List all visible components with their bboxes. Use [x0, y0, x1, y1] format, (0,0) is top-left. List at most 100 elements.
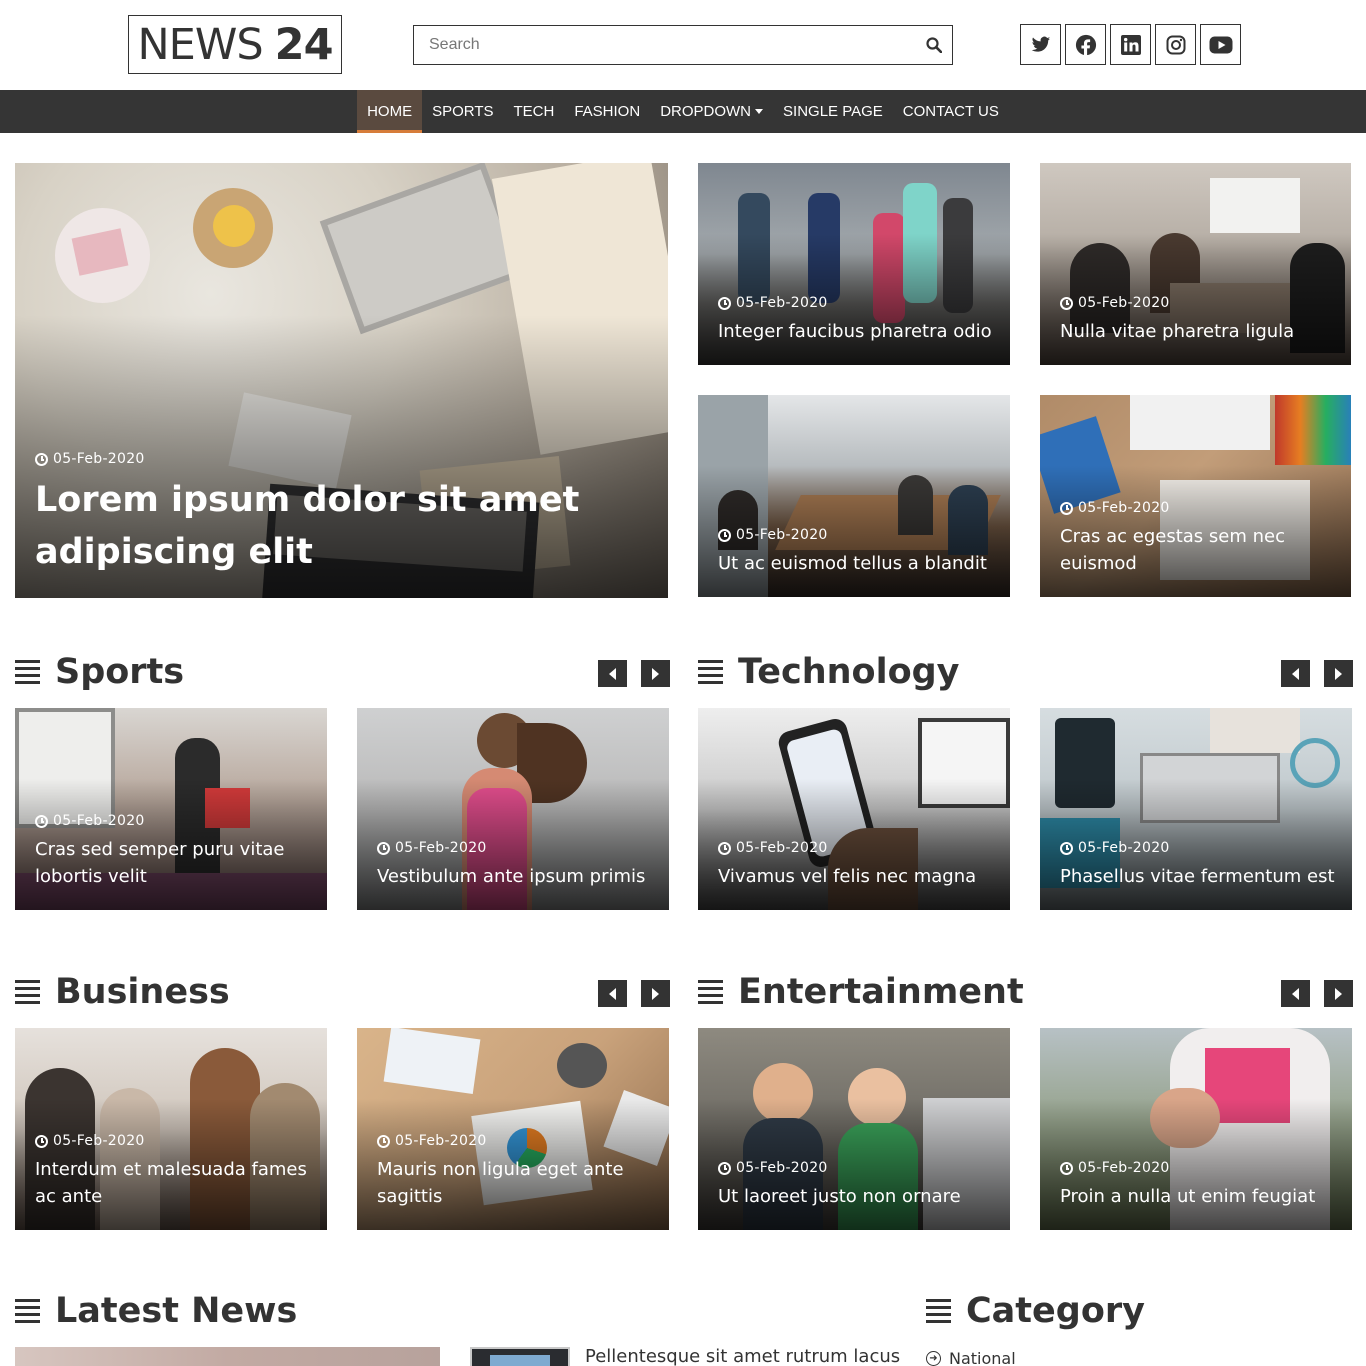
latest-side-title[interactable]: Pellentesque sit amet rutrum lacus: [585, 1346, 900, 1366]
carousel-next-button[interactable]: [641, 980, 670, 1007]
logo-text-light: NEWS: [137, 19, 264, 70]
carousel-prev-button[interactable]: [598, 980, 627, 1007]
entertainment-card[interactable]: 05-Feb-2020 Proin a nulla ut enim feugia…: [1040, 1028, 1352, 1230]
carousel-prev-button[interactable]: [598, 660, 627, 687]
featured-card-meta: 05-Feb-2020 Ut ac euismod tellus a bland…: [718, 527, 996, 577]
chevron-left-icon: [609, 667, 616, 680]
technology-card[interactable]: 05-Feb-2020 Phasellus vitae fermentum es…: [1040, 708, 1352, 910]
date-text: 05-Feb-2020: [736, 840, 828, 856]
clock-icon: [718, 528, 731, 542]
business-card-title[interactable]: Mauris non ligula eget ante sagittis: [377, 1156, 655, 1210]
latest-main-card[interactable]: [15, 1347, 440, 1366]
featured-card-date: 05-Feb-2020: [1060, 295, 1337, 311]
sports-card[interactable]: 05-Feb-2020 Vestibulum ante ipsum primis: [357, 708, 669, 910]
bars-icon: [15, 980, 40, 1004]
clock-icon: [377, 1134, 390, 1148]
latest-side-thumb[interactable]: [470, 1347, 570, 1366]
featured-card-date: 05-Feb-2020: [1060, 500, 1337, 516]
chevron-right-icon: [652, 987, 659, 1000]
business-card-meta: 05-Feb-2020 Mauris non ligula eget ante …: [377, 1133, 655, 1210]
sports-card-title[interactable]: Cras sed semper puru vitae lobortis veli…: [35, 836, 313, 890]
nav-item-single-page[interactable]: Single Page: [773, 90, 893, 133]
featured-card[interactable]: 05-Feb-2020 Nulla vitae pharetra ligula: [1040, 163, 1351, 365]
featured-card-date: 05-Feb-2020: [718, 527, 996, 543]
featured-main-card[interactable]: 05-Feb-2020 Lorem ipsum dolor sit amet a…: [15, 163, 668, 598]
site-logo[interactable]: NEWS 24: [128, 15, 342, 74]
business-card-title[interactable]: Interdum et malesuada fames ac ante: [35, 1156, 313, 1210]
business-card[interactable]: 05-Feb-2020 Mauris non ligula eget ante …: [357, 1028, 669, 1230]
business-card-meta: 05-Feb-2020 Interdum et malesuada fames …: [35, 1133, 313, 1210]
bars-icon: [15, 1299, 40, 1323]
carousel-next-button[interactable]: [1324, 980, 1353, 1007]
business-carousel-controls: [598, 980, 670, 1007]
entertainment-card-title[interactable]: Proin a nulla ut enim feugiat: [1060, 1183, 1338, 1210]
latest-news-section-header: Latest News: [15, 1291, 297, 1331]
business-card[interactable]: 05-Feb-2020 Interdum et malesuada fames …: [15, 1028, 327, 1230]
section-title: Business: [55, 972, 230, 1012]
search-button[interactable]: [916, 26, 952, 64]
nav-item-tech[interactable]: Tech: [503, 90, 564, 133]
featured-card-title[interactable]: Nulla vitae pharetra ligula: [1060, 318, 1337, 345]
featured-card-title[interactable]: Cras ac egestas sem nec euismod: [1060, 523, 1337, 577]
entertainment-section-header: Entertainment: [698, 972, 1024, 1012]
entertainment-card[interactable]: 05-Feb-2020 Ut laoreet justo non ornare: [698, 1028, 1010, 1230]
linkedin-link[interactable]: [1110, 24, 1151, 65]
technology-card-title[interactable]: Vivamus vel felis nec magna: [718, 863, 996, 890]
instagram-link[interactable]: [1155, 24, 1196, 65]
sports-card[interactable]: 05-Feb-2020 Cras sed semper puru vitae l…: [15, 708, 327, 910]
chevron-left-icon: [1292, 667, 1299, 680]
technology-carousel-controls: [1281, 660, 1353, 687]
twitter-link[interactable]: [1020, 24, 1061, 65]
business-card-date: 05-Feb-2020: [35, 1133, 313, 1149]
clock-icon: [1060, 296, 1073, 310]
nav-item-fashion[interactable]: Fashion: [564, 90, 650, 133]
chevron-left-icon: [609, 987, 616, 1000]
section-title: Entertainment: [738, 972, 1024, 1012]
entertainment-card-meta: 05-Feb-2020 Proin a nulla ut enim feugia…: [1060, 1160, 1338, 1210]
nav-item-sports[interactable]: Sports: [422, 90, 503, 133]
featured-card-title[interactable]: Ut ac euismod tellus a blandit: [718, 550, 996, 577]
technology-card[interactable]: 05-Feb-2020 Vivamus vel felis nec magna: [698, 708, 1010, 910]
sports-card-meta: 05-Feb-2020 Cras sed semper puru vitae l…: [35, 813, 313, 890]
nav-item-label: Contact Us: [902, 103, 999, 120]
search-input[interactable]: [414, 26, 916, 64]
sports-card-date: 05-Feb-2020: [35, 813, 313, 829]
clock-icon: [1060, 841, 1073, 855]
clock-icon: [35, 814, 48, 828]
arrow-circle-right-icon: ➜: [926, 1351, 941, 1366]
entertainment-card-title[interactable]: Ut laoreet justo non ornare: [718, 1183, 996, 1210]
nav-item-label: Fashion: [574, 103, 641, 120]
carousel-prev-button[interactable]: [1281, 660, 1310, 687]
carousel-prev-button[interactable]: [1281, 980, 1310, 1007]
sports-card-date: 05-Feb-2020: [377, 840, 655, 856]
featured-card-meta: 05-Feb-2020 Integer faucibus pharetra od…: [718, 295, 996, 345]
category-item-national[interactable]: ➜ National: [926, 1349, 1016, 1366]
date-text: 05-Feb-2020: [1078, 295, 1170, 311]
sports-card-title[interactable]: Vestibulum ante ipsum primis: [377, 863, 655, 890]
facebook-icon: [1075, 34, 1096, 56]
category-section-header: Category: [926, 1291, 1145, 1331]
featured-card-title[interactable]: Integer faucibus pharetra odio: [718, 318, 996, 345]
featured-main-title[interactable]: Lorem ipsum dolor sit amet adipiscing el…: [35, 474, 654, 578]
youtube-icon: [1209, 36, 1232, 53]
facebook-link[interactable]: [1065, 24, 1106, 65]
business-section-header: Business: [15, 972, 230, 1012]
section-title: Technology: [738, 652, 960, 692]
nav-item-home[interactable]: Home: [357, 90, 423, 133]
nav-item-contact-us[interactable]: Contact Us: [893, 90, 1009, 133]
section-title: Latest News: [55, 1291, 298, 1331]
featured-card-date: 05-Feb-2020: [718, 295, 996, 311]
date-text: 05-Feb-2020: [1078, 840, 1170, 856]
date-text: 05-Feb-2020: [395, 840, 487, 856]
sports-card-meta: 05-Feb-2020 Vestibulum ante ipsum primis: [377, 840, 655, 890]
nav-item-dropdown[interactable]: Dropdown: [650, 90, 773, 133]
technology-card-title[interactable]: Phasellus vitae fermentum est: [1060, 863, 1338, 890]
featured-card[interactable]: 05-Feb-2020 Ut ac euismod tellus a bland…: [698, 395, 1010, 597]
youtube-link[interactable]: [1200, 24, 1241, 65]
entertainment-card-date: 05-Feb-2020: [718, 1160, 996, 1176]
carousel-next-button[interactable]: [1324, 660, 1353, 687]
date-text: 05-Feb-2020: [395, 1133, 487, 1149]
featured-card[interactable]: 05-Feb-2020 Cras ac egestas sem nec euis…: [1040, 395, 1351, 597]
featured-card[interactable]: 05-Feb-2020 Integer faucibus pharetra od…: [698, 163, 1010, 365]
carousel-next-button[interactable]: [641, 660, 670, 687]
